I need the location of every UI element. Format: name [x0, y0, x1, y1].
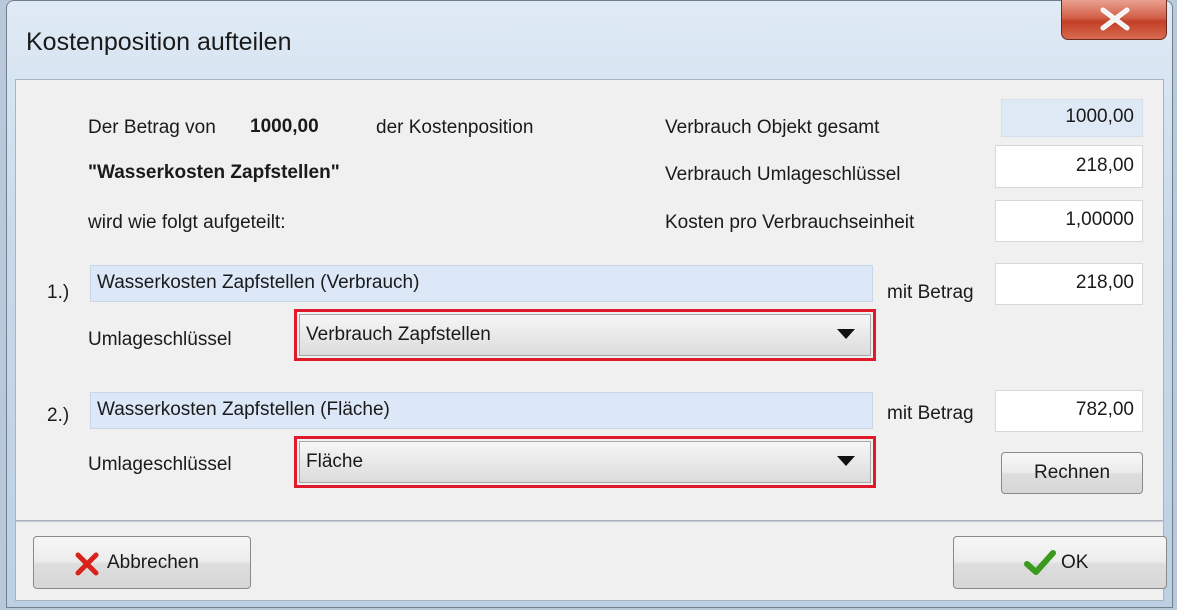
cancel-button-label: Abbrechen: [107, 552, 199, 573]
split2-key-value: Fläche: [306, 451, 364, 472]
intro-line3: wird wie folgt aufgeteilt:: [88, 212, 286, 233]
split1-key-label: Umlageschlüssel: [88, 329, 232, 350]
cancel-button[interactable]: Abbrechen: [33, 536, 251, 589]
intro-amount: 1000,00: [250, 116, 319, 137]
window-title: Kostenposition aufteilen: [26, 28, 292, 56]
ok-button-label: OK: [1061, 552, 1089, 573]
split1-index: 1.): [47, 282, 70, 303]
green-check-icon: [1024, 550, 1056, 575]
kosten-einheit-field[interactable]: 1,00000: [995, 200, 1143, 242]
verbrauch-schluessel-label: Verbrauch Umlageschlüssel: [665, 164, 901, 185]
position-name: "Wasserkosten Zapfstellen": [88, 162, 340, 183]
split2-key-label: Umlageschlüssel: [88, 454, 232, 475]
intro-suffix: der Kostenposition: [376, 117, 534, 138]
split1-name-input[interactable]: Wasserkosten Zapfstellen (Verbrauch): [90, 265, 873, 302]
chevron-down-icon: [837, 329, 855, 339]
verbrauch-objekt-field: 1000,00: [1001, 99, 1143, 137]
close-icon: [1100, 7, 1130, 31]
split2-amount-label: mit Betrag: [887, 403, 974, 424]
split1-key-highlight: Verbrauch Zapfstellen: [294, 309, 876, 361]
split2-key-dropdown[interactable]: Fläche: [299, 441, 871, 483]
intro-prefix: Der Betrag von: [88, 117, 216, 138]
kosten-einheit-label: Kosten pro Verbrauchseinheit: [665, 212, 915, 233]
ok-button[interactable]: OK: [953, 536, 1167, 589]
split1-amount-field[interactable]: 218,00: [995, 263, 1143, 305]
split2-index: 2.): [47, 405, 70, 426]
chevron-down-icon: [837, 456, 855, 466]
split2-amount-field[interactable]: 782,00: [995, 390, 1143, 432]
split1-key-dropdown[interactable]: Verbrauch Zapfstellen: [299, 314, 871, 356]
split2-name-input[interactable]: Wasserkosten Zapfstellen (Fläche): [90, 392, 873, 429]
close-button[interactable]: [1061, 0, 1167, 40]
split1-amount-label: mit Betrag: [887, 282, 974, 303]
verbrauch-objekt-label: Verbrauch Objekt gesamt: [665, 117, 880, 138]
verbrauch-schluessel-field[interactable]: 218,00: [995, 145, 1143, 188]
red-x-icon: [75, 552, 99, 576]
split2-key-highlight: Fläche: [294, 436, 876, 488]
rechnen-button[interactable]: Rechnen: [1001, 452, 1143, 494]
split1-key-value: Verbrauch Zapfstellen: [306, 324, 491, 345]
